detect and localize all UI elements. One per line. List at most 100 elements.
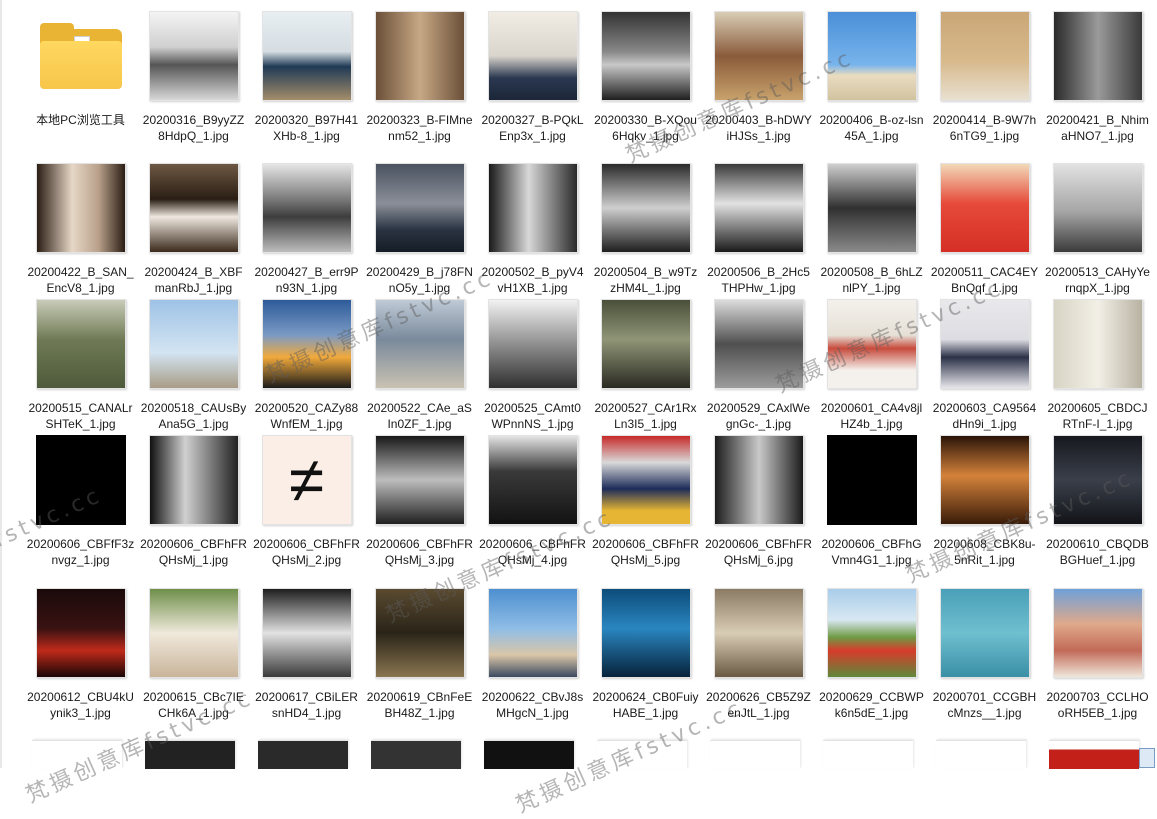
file-item[interactable]: 20200624_CB0FuiyHABE_1.jpg	[589, 585, 702, 721]
file-name-label: 20200429_B_j78FNnO5y_1.jpg	[366, 265, 473, 295]
file-item[interactable]: 20200610_CBQDBBGHuef_1.jpg	[1041, 432, 1154, 568]
file-item[interactable]: 20200701_CCGBHcMnzs__1.jpg	[928, 585, 1041, 721]
file-item[interactable]: 20200608_CBK8u-5nRit_1.jpg	[928, 432, 1041, 568]
file-item[interactable]: 20200320_B97H41XHb-8_1.jpg	[250, 8, 363, 144]
file-item[interactable]: 20200406_B-oz-lsn45A_1.jpg	[815, 8, 928, 144]
file-name-label: 20200414_B-9W7h6nTG9_1.jpg	[932, 113, 1037, 143]
thumbnail-box	[1050, 296, 1146, 392]
thumbnail-box	[598, 585, 694, 681]
file-item[interactable]: 20200606_CBFfF3znvgz_1.jpg	[24, 432, 137, 568]
file-item[interactable]: 20200703_CCLHOoRH5EB_1.jpg	[1041, 585, 1154, 721]
file-item[interactable]: 20200617_CBiLERsnHD4_1.jpg	[250, 585, 363, 721]
file-item[interactable]: 20200515_CANALrSHTeK_1.jpg	[24, 296, 137, 432]
thumbnail-box	[146, 8, 242, 104]
folder-icon	[36, 11, 126, 101]
partial-thumbnail[interactable]	[371, 740, 461, 769]
file-item[interactable]: 20200629_CCBWPk6n5dE_1.jpg	[815, 585, 928, 721]
file-name-label: 20200520_CAZy88WnfEM_1.jpg	[254, 401, 359, 431]
image-thumbnail	[487, 435, 578, 525]
partial-thumbnail[interactable]	[145, 740, 235, 769]
file-item[interactable]: 20200603_CA9564dHn9i_1.jpg	[928, 296, 1041, 432]
file-item[interactable]: 20200615_CBc7IECHk6A_1.jpg	[137, 585, 250, 721]
file-item[interactable]: 20200606_CBFhFRQHsMj_1.jpg	[137, 432, 250, 568]
folder-item[interactable]: 本地PC浏览工具	[24, 8, 137, 128]
file-item[interactable]: 20200403_B-hDWYiHJSs_1.jpg	[702, 8, 815, 144]
partial-thumbnail[interactable]	[597, 740, 687, 769]
file-item[interactable]: 20200502_B_pyV4vH1XB_1.jpg	[476, 160, 589, 296]
file-name-label: 20200605_CBDCJRTnF-I_1.jpg	[1047, 401, 1148, 431]
file-item[interactable]: 20200520_CAZy88WnfEM_1.jpg	[250, 296, 363, 432]
partial-thumbnail[interactable]	[258, 740, 348, 769]
partial-thumbnail[interactable]	[484, 740, 574, 769]
file-item[interactable]: 20200518_CAUsByAna5G_1.jpg	[137, 296, 250, 432]
file-item[interactable]: 20200527_CAr1RxLn3I5_1.jpg	[589, 296, 702, 432]
file-item[interactable]: 20200506_B_2Hc5THPHw_1.jpg	[702, 160, 815, 296]
file-item[interactable]: 20200511_CAC4EYBnQqf_1.jpg	[928, 160, 1041, 296]
image-thumbnail	[713, 11, 804, 101]
file-item[interactable]: 20200606_CBFhFRQHsMj_4.jpg	[476, 432, 589, 568]
thumbnail-box	[33, 296, 129, 392]
file-item[interactable]: 20200422_B_SAN_EncV8_1.jpg	[24, 160, 137, 296]
image-thumbnail	[374, 163, 465, 253]
thumbnail-box	[711, 432, 807, 528]
image-thumbnail	[600, 11, 691, 101]
file-name-label: 20200606_CBFhFRQHsMj_3.jpg	[366, 537, 473, 567]
file-item[interactable]: 20200612_CBU4kUynik3_1.jpg	[24, 585, 137, 721]
file-item[interactable]: 20200606_CBFhFRQHsMj_6.jpg	[702, 432, 815, 568]
thumbnail-box	[485, 8, 581, 104]
file-name-label: 20200320_B97H41XHb-8_1.jpg	[254, 113, 359, 143]
file-item[interactable]: 20200504_B_w9TzzHM4L_1.jpg	[589, 160, 702, 296]
image-thumbnail	[261, 11, 352, 101]
file-item[interactable]: 20200330_B-XQou6Hqkv_1.jpg	[589, 8, 702, 144]
image-thumbnail	[148, 11, 239, 101]
file-item[interactable]: 20200606_CBFhGVmn4G1_1.jpg	[815, 432, 928, 568]
file-item[interactable]: 20200525_CAmt0WPnnNS_1.jpg	[476, 296, 589, 432]
file-name-label: 20200606_CBFfF3znvgz_1.jpg	[26, 537, 135, 567]
thumbnail-box	[146, 160, 242, 256]
file-item[interactable]: 20200424_B_XBFmanRbJ_1.jpg	[137, 160, 250, 296]
file-item[interactable]: 20200626_CB5Z9ZenJtL_1.jpg	[702, 585, 815, 721]
partial-thumbnail[interactable]	[823, 740, 913, 769]
file-name-label: 20200606_CBFhFRQHsMj_1.jpg	[140, 537, 247, 567]
file-item[interactable]: 20200427_B_err9Pn93N_1.jpg	[250, 160, 363, 296]
file-item[interactable]: 20200622_CBvJ8sMHgcN_1.jpg	[476, 585, 589, 721]
thumbnail-box	[711, 8, 807, 104]
file-name-label: 20200701_CCGBHcMnzs__1.jpg	[932, 690, 1037, 720]
image-thumbnail	[826, 163, 917, 253]
file-item[interactable]: 20200522_CAe_aSIn0ZF_1.jpg	[363, 296, 476, 432]
image-thumbnail	[1052, 163, 1143, 253]
partial-thumbnail[interactable]	[1049, 740, 1139, 769]
document-icon	[1139, 748, 1155, 768]
image-thumbnail	[1052, 299, 1143, 389]
file-item[interactable]: 20200323_B-FIMnenm52_1.jpg	[363, 8, 476, 144]
file-item[interactable]: 20200606_CBFhFRQHsMj_5.jpg	[589, 432, 702, 568]
file-item[interactable]: 20200414_B-9W7h6nTG9_1.jpg	[928, 8, 1041, 144]
thumbnail-box	[711, 160, 807, 256]
file-name-label: 20200626_CB5Z9ZenJtL_1.jpg	[706, 690, 811, 720]
image-thumbnail	[826, 435, 917, 525]
file-item[interactable]: 20200508_B_6hLZnlPY_1.jpg	[815, 160, 928, 296]
file-item[interactable]: 20200606_CBFhFRQHsMj_3.jpg	[363, 432, 476, 568]
file-item[interactable]: 20200605_CBDCJRTnF-I_1.jpg	[1041, 296, 1154, 432]
file-item[interactable]: 20200327_B-PQkLEnp3x_1.jpg	[476, 8, 589, 144]
partial-thumbnail[interactable]	[32, 740, 122, 769]
image-thumbnail	[35, 299, 126, 389]
partial-thumbnail[interactable]	[936, 740, 1026, 769]
image-thumbnail	[939, 163, 1030, 253]
file-item[interactable]: 20200529_CAxlWegnGc-_1.jpg	[702, 296, 815, 432]
file-name-label: 20200422_B_SAN_EncV8_1.jpg	[27, 265, 134, 295]
file-name-label: 20200502_B_pyV4vH1XB_1.jpg	[481, 265, 584, 295]
file-name-label: 20200615_CBc7IECHk6A_1.jpg	[143, 690, 244, 720]
file-item[interactable]: 20200601_CA4v8jlHZ4b_1.jpg	[815, 296, 928, 432]
file-item[interactable]: 20200421_B_NhimaHNO7_1.jpg	[1041, 8, 1154, 144]
file-name-label: 20200522_CAe_aSIn0ZF_1.jpg	[367, 401, 472, 431]
file-item[interactable]: 20200619_CBnFeEBH48Z_1.jpg	[363, 585, 476, 721]
file-item[interactable]: 20200316_B9yyZZ8HdpQ_1.jpg	[137, 8, 250, 144]
image-thumbnail	[487, 163, 578, 253]
image-thumbnail	[713, 163, 804, 253]
file-item[interactable]: 20200513_CAHyYernqpX_1.jpg	[1041, 160, 1154, 296]
thumbnail-box	[937, 8, 1033, 104]
file-item[interactable]: 20200429_B_j78FNnO5y_1.jpg	[363, 160, 476, 296]
file-item[interactable]: ≠ 20200606_CBFhFRQHsMj_2.jpg	[250, 432, 363, 568]
partial-thumbnail[interactable]	[710, 740, 800, 769]
